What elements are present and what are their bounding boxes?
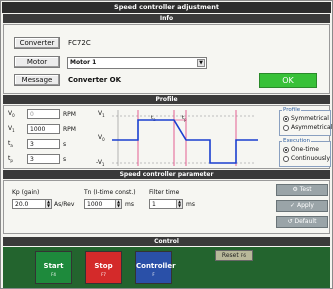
filter-value: 1	[152, 201, 156, 208]
filter-label: Filter time	[149, 189, 180, 196]
ta-input[interactable]: 3	[27, 139, 60, 149]
reset-key: F6	[240, 254, 247, 259]
converter-button[interactable]: Converter	[14, 37, 60, 49]
tp-unit: s	[63, 156, 67, 163]
controller-label: Controller	[136, 262, 176, 270]
test-icon: ⚙	[292, 186, 300, 193]
apply-button[interactable]: ✓ Apply	[276, 200, 328, 212]
stop-button[interactable]: Stop F7	[85, 251, 122, 284]
tn-unit: ms	[125, 201, 134, 208]
default-icon: ↺	[287, 218, 295, 225]
ta-unit: s	[63, 141, 67, 148]
one-time-radio[interactable]	[283, 147, 289, 153]
v1-unit: RPM	[63, 126, 76, 133]
tp-label: tp	[8, 155, 13, 164]
kp-input[interactable]: 20.0 ▲ ▼	[12, 199, 52, 209]
kp-value: 20.0	[15, 201, 29, 208]
v1-input[interactable]: 1000	[27, 124, 60, 134]
message-value: Converter OK	[68, 76, 122, 84]
apply-label: Apply	[296, 202, 314, 209]
ok-status-indicator: OK	[259, 73, 317, 88]
profile-type-group: Profile Symmetrical Asymmetrical	[279, 106, 333, 136]
v0-label: V0	[8, 110, 15, 119]
continuously-radio[interactable]	[283, 156, 289, 162]
symmetrical-radio[interactable]	[283, 116, 289, 122]
reset-label: Reset	[221, 252, 239, 259]
asymmetrical-radio[interactable]	[283, 125, 289, 131]
controller-panel: Kp (gain) 20.0 ▲ ▼ As/Rev Tn (I-time cons…	[3, 180, 330, 234]
controller-header: Speed controller parameter	[3, 170, 330, 179]
motor-select[interactable]: Motor 1 ▼	[67, 57, 207, 69]
v1-label: V1	[8, 125, 15, 134]
stop-label: Stop	[94, 262, 113, 270]
motor-select-value: Motor 1	[70, 59, 97, 66]
chevron-down-icon[interactable]: ▼	[197, 59, 205, 67]
one-time-label: One-time	[291, 146, 319, 153]
stop-key: F7	[101, 272, 106, 277]
v0-input[interactable]: 0	[27, 109, 60, 119]
info-panel: Converter FC72C Motor Motor 1 ▼ Message …	[3, 24, 330, 94]
motor-button[interactable]: Motor	[14, 56, 60, 68]
tp-input[interactable]: 3	[27, 154, 60, 164]
profile-header: Profile	[3, 95, 330, 104]
test-label: Test	[299, 186, 312, 193]
converter-value: FC72C	[68, 39, 91, 47]
profile-panel: V0 0 RPM V1 1000 RPM ta 3 s tp 3 s V1 V0…	[3, 105, 333, 169]
tn-spin-icon[interactable]: ▲ ▼	[115, 200, 121, 208]
reset-button[interactable]: Reset F6	[215, 250, 253, 261]
continuously-label: Continuously	[291, 155, 331, 162]
ta-label: ta	[8, 140, 13, 149]
start-button[interactable]: Start F4	[35, 251, 72, 284]
apply-icon: ✓	[290, 202, 297, 209]
profile-graph: V1 V0 -V1 ta tp	[96, 108, 276, 168]
tn-value: 1000	[87, 201, 103, 208]
kp-label: Kp (gain)	[12, 189, 40, 196]
control-header: Control	[3, 237, 330, 246]
default-button[interactable]: ↺ Default	[276, 216, 328, 228]
controller-button[interactable]: Controller F	[135, 251, 176, 284]
filter-input[interactable]: 1 ▲ ▼	[149, 199, 183, 209]
asymmetrical-label: Asymmetrical	[291, 124, 333, 131]
tn-label: Tn (I-time const.)	[84, 189, 136, 196]
kp-unit: As/Rev	[54, 201, 75, 208]
message-button[interactable]: Message	[14, 74, 60, 86]
symmetrical-label: Symmetrical	[291, 115, 329, 122]
kp-spin-icon[interactable]: ▲ ▼	[45, 200, 51, 208]
filter-spin-icon[interactable]: ▲ ▼	[176, 200, 182, 208]
test-button[interactable]: ⚙ Test	[276, 184, 328, 196]
window-title: Speed controller adjustment	[2, 2, 331, 13]
filter-unit: ms	[186, 201, 195, 208]
control-panel: Start F4 Stop F7 Controller F Reset F6	[3, 247, 330, 288]
tn-input[interactable]: 1000 ▲ ▼	[84, 199, 122, 209]
default-label: Default	[294, 218, 317, 225]
info-header: Info	[3, 14, 330, 23]
speed-controller-window: Speed controller adjustment Info Convert…	[0, 0, 333, 289]
execution-title: Execution	[282, 137, 311, 145]
start-key: F4	[51, 272, 56, 277]
profile-curve	[112, 110, 258, 166]
profile-type-title: Profile	[282, 106, 302, 114]
execution-group: Execution One-time Continuously	[279, 137, 331, 167]
controller-key: F	[152, 272, 155, 277]
v0-unit: RPM	[63, 111, 76, 118]
start-label: Start	[43, 262, 64, 270]
